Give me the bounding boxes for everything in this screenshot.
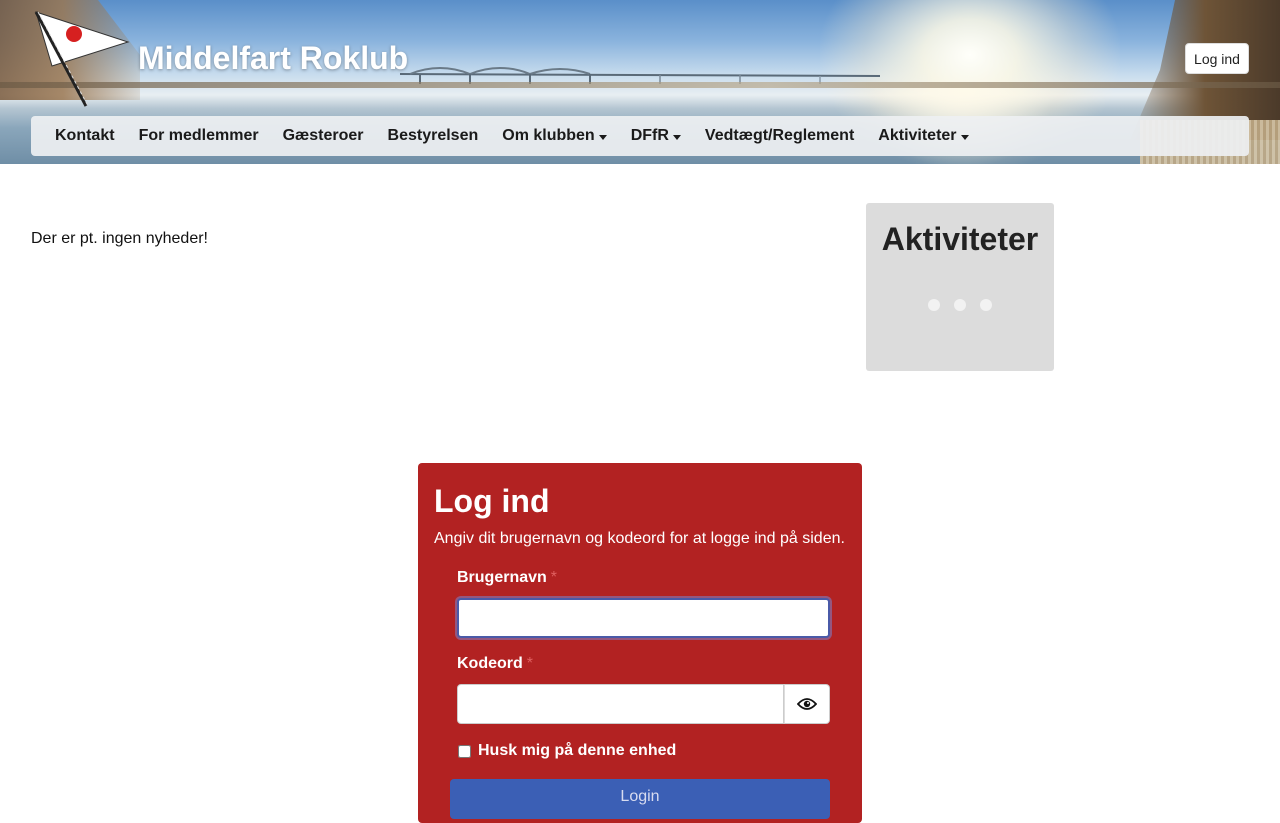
password-group (457, 684, 830, 724)
login-card: Log ind Angiv dit brugernavn og kodeord … (418, 463, 862, 823)
caret-down-icon (672, 134, 681, 140)
eye-icon (797, 698, 817, 710)
club-flag-logo-icon[interactable] (30, 8, 130, 108)
nav-item-kontakt[interactable]: Kontakt (43, 116, 127, 156)
nav-label: Aktiviteter (878, 127, 957, 144)
required-marker: * (550, 569, 558, 586)
login-description: Angiv dit brugernavn og kodeord for at l… (434, 530, 845, 547)
show-password-button[interactable] (784, 684, 830, 724)
nav-label: Om klubben (502, 127, 595, 144)
site-title[interactable]: Middelfart Roklub (138, 40, 408, 77)
shoreline (0, 82, 1280, 88)
caret-down-icon (598, 134, 607, 140)
header-login-button[interactable]: Log ind (1185, 43, 1249, 74)
bridge-silhouette (400, 67, 880, 84)
nav-item-vedtaegt-reglement[interactable]: Vedtægt/Reglement (693, 116, 866, 156)
required-marker: * (526, 655, 534, 672)
nav-label: DFfR (630, 127, 669, 144)
loading-dot (928, 299, 940, 311)
nav-item-gaesteroer[interactable]: Gæsteroer (271, 116, 376, 156)
nav-item-bestyrelsen[interactable]: Bestyrelsen (376, 116, 491, 156)
nav-label: Kontakt (55, 127, 115, 144)
nav-item-om-klubben[interactable]: Om klubben (490, 116, 618, 156)
nav-item-dffr[interactable]: DFfR (619, 116, 693, 156)
login-submit-button[interactable]: Login (450, 779, 830, 819)
activities-widget: Aktiviteter (866, 203, 1054, 371)
nav-item-for-medlemmer[interactable]: For medlemmer (127, 116, 271, 156)
caret-down-icon (960, 134, 969, 140)
nav-item-aktiviteter[interactable]: Aktiviteter (866, 116, 980, 156)
loading-dot (980, 299, 992, 311)
nav-label: Bestyrelsen (387, 127, 479, 144)
remember-me-checkbox[interactable] (458, 744, 471, 758)
remember-me-label[interactable]: Husk mig på denne enhed (478, 742, 676, 760)
remember-me-row: Husk mig på denne enhed (458, 742, 676, 760)
password-label: Kodeord * (457, 655, 533, 673)
news-empty-message: Der er pt. ingen nyheder! (31, 230, 208, 247)
activities-title: Aktiviteter (881, 221, 1039, 257)
username-input[interactable] (457, 598, 830, 638)
login-title: Log ind (434, 483, 550, 519)
loading-dots-icon (928, 298, 992, 312)
nav-label: Vedtægt/Reglement (704, 127, 855, 144)
username-label: Brugernavn * (457, 569, 557, 587)
main-nav: Kontakt For medlemmer Gæsteroer Bestyrel… (31, 116, 1249, 156)
nav-label: Gæsteroer (282, 127, 364, 144)
password-label-text: Kodeord (457, 655, 523, 672)
nav-label: For medlemmer (138, 127, 259, 144)
loading-dot (954, 299, 966, 311)
username-label-text: Brugernavn (457, 569, 547, 586)
password-input[interactable] (457, 684, 784, 724)
